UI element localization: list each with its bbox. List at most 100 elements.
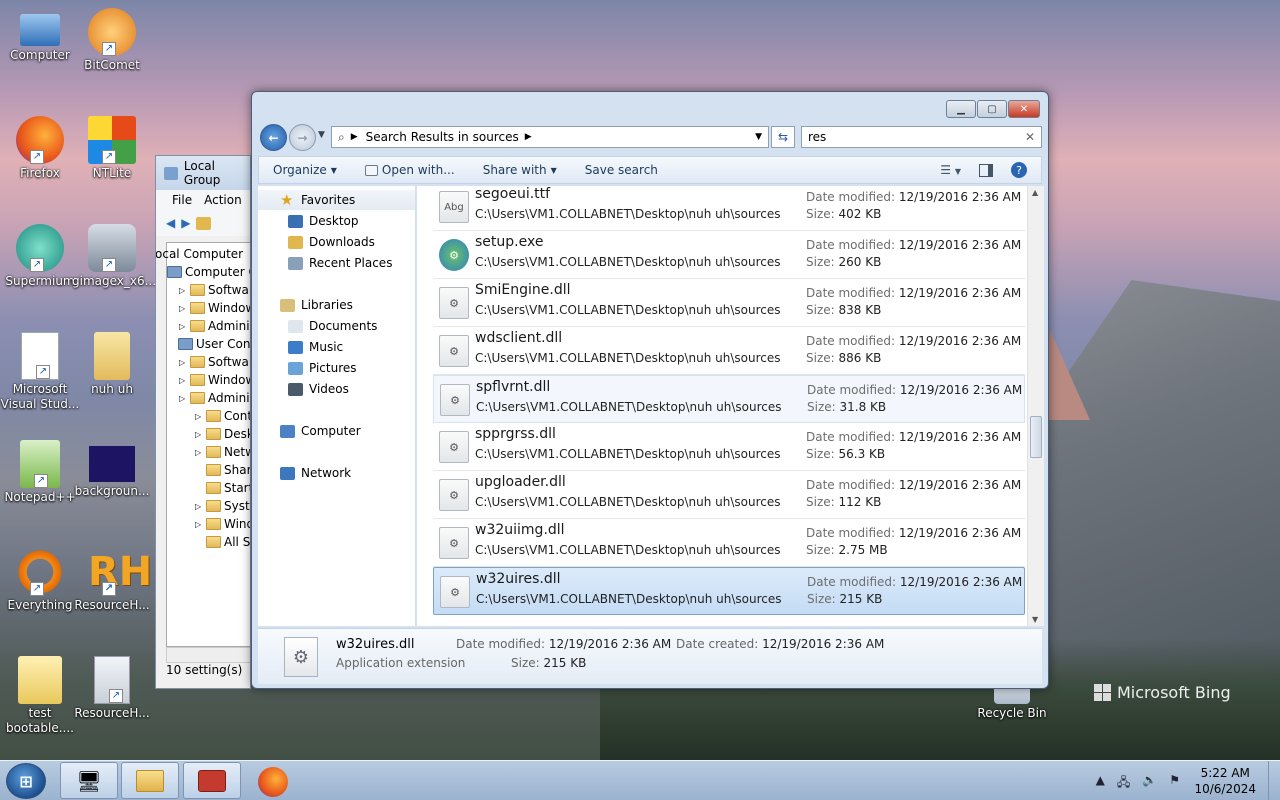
nav-libraries[interactable]: Libraries <box>258 295 415 315</box>
desktop-icon-firefox[interactable]: ↗ Firefox <box>0 116 80 181</box>
forward-button[interactable]: → <box>289 124 316 151</box>
back-button[interactable]: ← <box>260 124 287 151</box>
taskbar-explorer-button[interactable] <box>121 762 179 799</box>
network-icon[interactable]: 🖧 <box>1117 773 1130 794</box>
open-with-button[interactable]: Open with... <box>351 163 469 177</box>
preview-pane-icon[interactable] <box>979 163 993 177</box>
nav-downloads[interactable]: Downloads <box>258 232 415 252</box>
file-row[interactable]: ⚙ w32uires.dll C:\Users\VM1.COLLABNET\Desk… <box>433 567 1025 615</box>
nav-videos[interactable]: Videos <box>258 379 415 399</box>
clock[interactable]: 5:22 AM 10/6/2024 <box>1194 765 1256 797</box>
refresh-button[interactable]: ⇆ <box>771 126 795 148</box>
expand-caret-icon[interactable]: ▷ <box>179 394 187 403</box>
desktop-icon-ntlite[interactable]: ↗ NTLite <box>72 116 152 181</box>
start-button[interactable]: ⊞ <box>6 763 46 799</box>
desktop-icon-word-document[interactable]: test bootable.... <box>0 656 80 736</box>
scroll-down-icon[interactable]: ▼ <box>1032 615 1038 624</box>
nav-recent-places[interactable]: Recent Places <box>258 253 415 273</box>
file-list[interactable]: ⚙ w32uires.dll C:\Users\VM1.COLLABNET\Desk… <box>417 186 1044 626</box>
save-search-button[interactable]: Save search <box>571 163 672 177</box>
taskbar-toolbox-button[interactable] <box>183 762 241 799</box>
forward-arrow-icon[interactable]: ▶ <box>181 216 190 230</box>
desktop-icon-visual-studio[interactable]: ↗ Microsoft Visual Stud... <box>0 332 80 412</box>
expand-caret-icon[interactable]: ▷ <box>195 430 203 439</box>
gpedit-tree-item[interactable]: ▷ Software <box>179 353 250 371</box>
desktop-icon-bitcomet[interactable]: ↗ BitComet <box>72 8 152 73</box>
desktop-icon-everything[interactable]: ↗ Everything <box>0 548 80 613</box>
action-center-flag-icon[interactable]: ⚑ <box>1169 773 1180 794</box>
back-arrow-icon[interactable]: ◀ <box>166 216 175 230</box>
volume-icon[interactable]: 🔈 <box>1142 773 1157 794</box>
expand-caret-icon[interactable]: ▷ <box>179 304 187 313</box>
explorer-window[interactable]: ▁ ▢ ✕ ← → ▼ ⌕ ▶ Search Results in source… <box>251 91 1049 689</box>
address-dropdown-icon[interactable]: ▼ <box>755 132 762 142</box>
expand-caret-icon[interactable]: ▷ <box>195 448 203 457</box>
clear-search-icon[interactable]: ✕ <box>1025 130 1035 144</box>
menu-file[interactable]: File <box>172 193 192 207</box>
gpedit-tree-item[interactable]: ▷ Windows <box>179 299 250 317</box>
expand-caret-icon[interactable]: ▷ <box>195 520 203 529</box>
close-button[interactable]: ✕ <box>1008 100 1040 118</box>
recent-pages-dropdown-icon[interactable]: ▼ <box>318 130 325 140</box>
help-icon[interactable]: ? <box>1011 162 1027 178</box>
gpedit-tree-item[interactable]: ▷ Administ <box>179 389 250 407</box>
expand-caret-icon[interactable]: ▷ <box>195 412 203 421</box>
gpedit-tree[interactable]: ocal Computer Computer Co ▷ Software ▷ Window… <box>156 242 250 647</box>
menu-action[interactable]: Action <box>204 193 242 207</box>
desktop-icon-folder[interactable]: nuh uh <box>72 332 152 397</box>
expand-caret-icon[interactable]: ▷ <box>179 286 187 295</box>
file-row[interactable]: ⚙ setup.exe C:\Users\VM1.COLLABNET\Desktop… <box>433 231 1025 279</box>
file-row[interactable]: ⚙ wdsclient.dll C:\Users\VM1.COLLABNET\Des… <box>433 327 1025 375</box>
vertical-scrollbar[interactable]: ▲ ▼ <box>1027 186 1044 626</box>
firefox-icon[interactable] <box>258 767 288 797</box>
expand-caret-icon[interactable]: ▷ <box>195 502 203 511</box>
organize-button[interactable]: Organize ▼ <box>259 163 351 177</box>
file-row[interactable]: Abg segoeui.ttf C:\Users\VM1.COLLABNET\Des… <box>433 186 1025 231</box>
gpedit-tree-item[interactable]: Share <box>195 461 250 479</box>
gpedit-tree-item[interactable]: ▷ Windows <box>179 371 250 389</box>
breadcrumb-arrow-icon[interactable]: ▶ <box>525 132 532 142</box>
view-options-icon[interactable]: ☰ ▼ <box>940 163 961 177</box>
expand-caret-icon[interactable]: ▷ <box>179 358 187 367</box>
minimize-button[interactable]: ▁ <box>946 100 976 118</box>
share-with-button[interactable]: Share with ▼ <box>469 163 571 177</box>
search-input[interactable]: res ✕ <box>801 126 1042 148</box>
gpedit-tree-item[interactable]: ▷ Software <box>179 281 250 299</box>
gpedit-tree-item[interactable]: ▷ Windo <box>195 515 250 533</box>
nav-music[interactable]: Music <box>258 337 415 357</box>
nav-computer[interactable]: Computer <box>258 421 415 441</box>
expand-caret-icon[interactable]: ▷ <box>179 322 187 331</box>
nav-favorites[interactable]: ★ Favorites <box>258 190 415 210</box>
nav-documents[interactable]: Documents <box>258 316 415 336</box>
gpedit-tree-item[interactable]: Start M <box>195 479 250 497</box>
gpedit-titlebar[interactable]: Local Group <box>156 156 250 190</box>
gpedit-tree-item[interactable]: ocal Computer <box>156 245 243 263</box>
gpedit-tree-item[interactable]: All Se <box>195 533 250 551</box>
desktop-icon-gimagex[interactable]: ↗ gimagex_x6... <box>72 224 156 289</box>
nav-pictures[interactable]: Pictures <box>258 358 415 378</box>
desktop-icon-gear-file[interactable]: ↗ ResourceH... <box>72 656 152 721</box>
gpedit-tree-item[interactable]: Computer Co <box>167 263 250 281</box>
expand-caret-icon[interactable]: ▷ <box>179 376 187 385</box>
breadcrumb-arrow-icon[interactable]: ▶ <box>351 132 358 142</box>
gpedit-tree-item[interactable]: ▷ Netwo <box>195 443 250 461</box>
taskbar-gpedit-button[interactable]: 🖥 <box>60 762 118 799</box>
scroll-thumb[interactable] <box>1030 416 1042 458</box>
gpedit-tree-item[interactable]: ▷ Administ <box>179 317 250 335</box>
scroll-up-icon[interactable]: ▲ <box>1032 188 1038 197</box>
file-row[interactable]: ⚙ SmiEngine.dll C:\Users\VM1.COLLABNET\Des… <box>433 279 1025 327</box>
file-row[interactable]: ⚙ spprgrss.dll C:\Users\VM1.COLLABNET\Desk… <box>433 423 1025 471</box>
gpedit-tree-item[interactable]: ▷ Deskto <box>195 425 250 443</box>
desktop-icon-supermium[interactable]: ↗ Supermium <box>0 224 80 289</box>
file-row[interactable]: ⚙ upgloader.dll C:\Users\VM1.COLLABNET\Des… <box>433 471 1025 519</box>
address-text[interactable]: Search Results in sources <box>366 130 519 144</box>
gpedit-tree-item[interactable]: ▷ Contr <box>195 407 250 425</box>
desktop-icon-notepad-plus-plus[interactable]: ↗ Notepad++ <box>0 440 80 505</box>
show-desktop-button[interactable] <box>1268 761 1280 800</box>
group-policy-window[interactable]: Local Group File Action ◀ ▶ ocal Compute… <box>155 155 251 689</box>
maximize-button[interactable]: ▢ <box>977 100 1007 118</box>
navigation-pane[interactable]: ★ Favorites Desktop Downloads Recent Places L… <box>258 186 416 626</box>
desktop-icon-resource-hacker[interactable]: RH ↗ ResourceH... <box>72 548 152 613</box>
desktop-icon-computer[interactable]: Computer <box>0 8 80 63</box>
desktop-icon-image-file[interactable]: backgroun... <box>72 440 152 499</box>
